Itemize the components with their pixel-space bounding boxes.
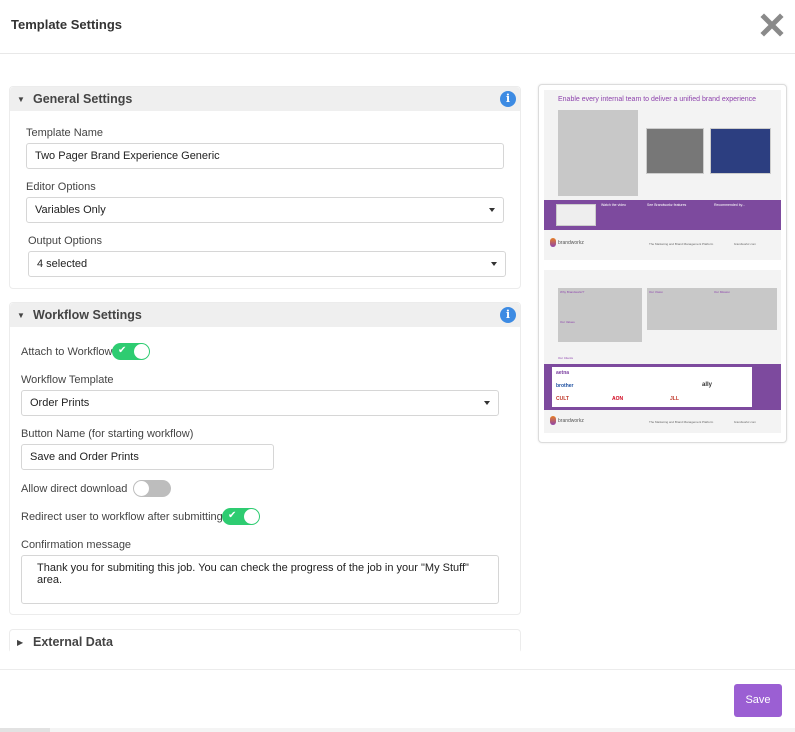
brandworkz-logo-icon bbox=[550, 416, 556, 425]
preview-clients-label: Our Clients bbox=[558, 356, 574, 360]
preview-mission: Our Mission bbox=[714, 290, 731, 294]
button-name-label: Button Name (for starting workflow) bbox=[21, 428, 194, 440]
workflow-template-label: Workflow Template bbox=[21, 374, 114, 386]
preview-see-features: See Brandworkz features bbox=[647, 203, 687, 207]
toggle-knob bbox=[134, 481, 149, 496]
preview-page-title: Enable every internal team to deliver a … bbox=[558, 96, 757, 103]
preview-page-2: Why Brandworkz? Our Vision Our Mission O… bbox=[544, 270, 781, 433]
output-options-value: 4 selected bbox=[37, 258, 88, 270]
workflow-settings-title: Workflow Settings bbox=[33, 308, 142, 322]
client-logo: aetna bbox=[556, 370, 570, 376]
check-icon: ✔ bbox=[118, 345, 127, 356]
client-logo: brother bbox=[556, 383, 574, 389]
attach-workflow-toggle[interactable]: ✔ bbox=[112, 343, 150, 360]
info-icon[interactable]: i bbox=[500, 307, 516, 323]
workflow-settings-header[interactable]: ▼ Workflow Settings i bbox=[10, 303, 520, 327]
editor-options-select[interactable]: Variables Only bbox=[26, 197, 504, 223]
button-name-input[interactable]: Save and Order Prints bbox=[21, 444, 274, 470]
confirmation-textarea[interactable]: Thank you for submiting this job. You ca… bbox=[21, 555, 499, 604]
clients-logo-grid: aetna brother CULT ally AON JLL bbox=[552, 367, 752, 407]
chevron-down-icon bbox=[489, 208, 495, 212]
direct-download-label: Allow direct download bbox=[21, 483, 128, 495]
toggle-knob bbox=[244, 509, 259, 524]
chevron-down-icon bbox=[491, 262, 497, 266]
general-settings-panel: ▼ General Settings i Template Name Two P… bbox=[9, 86, 521, 289]
save-button[interactable]: Save bbox=[734, 684, 782, 717]
general-settings-title: General Settings bbox=[33, 92, 133, 106]
preview-why: Why Brandworkz? bbox=[560, 290, 585, 294]
caret-right-icon: ▶ bbox=[17, 638, 24, 647]
output-options-label: Output Options bbox=[28, 235, 102, 247]
editor-options-value: Variables Only bbox=[35, 204, 106, 216]
template-name-input[interactable]: Two Pager Brand Experience Generic bbox=[26, 143, 504, 169]
footer-divider bbox=[0, 669, 795, 670]
redirect-label: Redirect user to workflow after submitti… bbox=[21, 511, 223, 523]
preview-recommended: Recommended by... bbox=[714, 203, 746, 207]
check-icon: ✔ bbox=[228, 510, 237, 521]
workflow-settings-panel: ▼ Workflow Settings i Attach to Workflow… bbox=[9, 302, 521, 615]
preview-tagline: The Marketing and Brand Management Platf… bbox=[649, 242, 714, 246]
preview-page-1: Enable every internal team to deliver a … bbox=[544, 90, 781, 260]
brandworkz-logo-icon bbox=[550, 238, 556, 247]
client-logo: ally bbox=[702, 382, 713, 388]
preview-tagline: The Marketing and Brand Management Platf… bbox=[649, 420, 714, 424]
general-settings-header[interactable]: ▼ General Settings i bbox=[10, 87, 520, 111]
caret-down-icon: ▼ bbox=[17, 311, 25, 320]
dialog-header: Template Settings bbox=[0, 0, 795, 54]
preview-gray-box bbox=[647, 288, 777, 330]
video-thumbnail bbox=[556, 204, 596, 226]
confirmation-label: Confirmation message bbox=[21, 539, 132, 551]
redirect-toggle[interactable]: ✔ bbox=[222, 508, 260, 525]
preview-url: brandworkz.com bbox=[734, 242, 757, 246]
template-preview: Enable every internal team to deliver a … bbox=[538, 84, 787, 443]
scrollbar-thumb[interactable] bbox=[0, 728, 50, 732]
editor-options-label: Editor Options bbox=[26, 181, 96, 193]
preview-brand: brandworkz bbox=[558, 240, 584, 246]
client-logo: JLL bbox=[670, 396, 679, 402]
dialog-title: Template Settings bbox=[11, 17, 123, 32]
preview-values: Our Values bbox=[560, 320, 575, 324]
preview-url: brandworkz.com bbox=[734, 420, 757, 424]
preview-gray-box bbox=[558, 288, 642, 342]
caret-down-icon: ▼ bbox=[17, 95, 25, 104]
template-name-label: Template Name bbox=[26, 127, 104, 139]
direct-download-toggle[interactable] bbox=[133, 480, 171, 497]
close-icon[interactable] bbox=[760, 13, 784, 37]
preview-brand: brandworkz bbox=[558, 418, 584, 424]
attach-workflow-label: Attach to Workflow bbox=[21, 346, 113, 358]
workflow-template-value: Order Prints bbox=[30, 397, 90, 409]
preview-vision: Our Vision bbox=[649, 290, 663, 294]
client-logo: CULT bbox=[556, 396, 569, 402]
preview-gray-box bbox=[558, 110, 638, 196]
external-data-header[interactable]: ▶ External Data bbox=[10, 630, 520, 654]
preview-screenshot bbox=[710, 128, 771, 174]
external-data-panel[interactable]: ▶ External Data bbox=[9, 629, 521, 654]
client-logo: AON bbox=[612, 396, 624, 402]
external-data-title: External Data bbox=[33, 635, 113, 649]
workflow-template-select[interactable]: Order Prints bbox=[21, 390, 499, 416]
output-options-select[interactable]: 4 selected bbox=[28, 251, 506, 277]
chevron-down-icon bbox=[484, 401, 490, 405]
toggle-knob bbox=[134, 344, 149, 359]
horizontal-scrollbar[interactable] bbox=[0, 728, 795, 732]
preview-watch-video: Watch the video bbox=[601, 203, 626, 207]
preview-screenshot bbox=[646, 128, 704, 174]
info-icon[interactable]: i bbox=[500, 91, 516, 107]
